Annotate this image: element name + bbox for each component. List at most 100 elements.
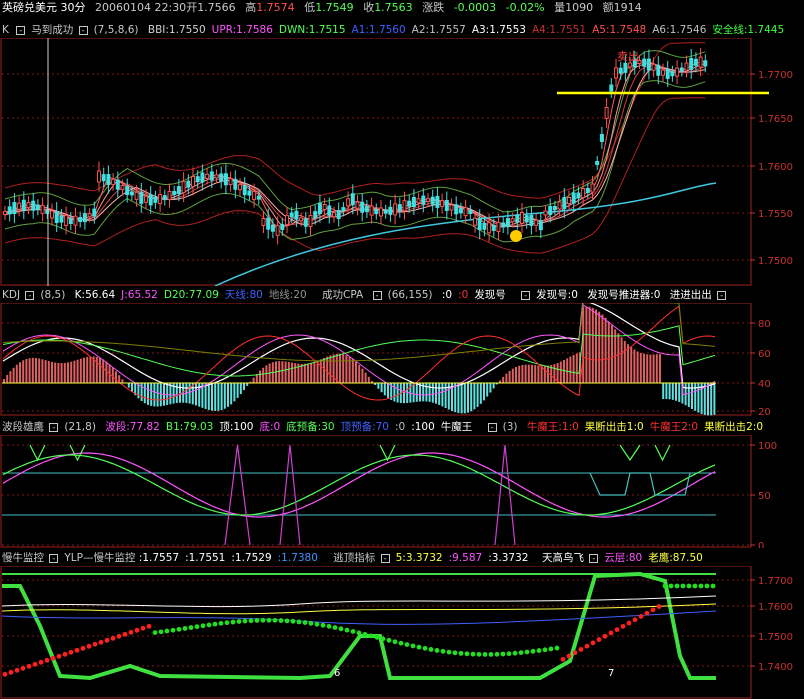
kdj-bar [540,365,543,383]
candle [87,213,92,218]
candle [223,173,228,186]
wave-axis-tick: 0 [758,541,764,548]
main-value-5: A3:1.7553 [471,24,526,36]
kdj-chart[interactable]: 80 60 40 20 [0,303,804,416]
kdj-bar [489,383,492,393]
bull-dot [398,640,404,646]
kdj-bar [655,354,658,383]
bull-dot [710,583,716,589]
bull-dot [386,637,392,643]
bull-name[interactable]: 慢牛监控 [2,552,44,564]
marker-7: 7 [608,668,614,679]
kdj-value-0: K:56.64 [74,289,116,301]
bull-dot [308,620,314,626]
kdj-bar [323,357,325,383]
bull-chart[interactable]: 6 7 1.7700 1.7600 1.7500 1.7400 [0,566,804,699]
kdj-bar [25,358,28,383]
collapse-icon[interactable]: - [372,290,382,300]
candle [609,84,614,92]
collapse-icon[interactable]: - [16,25,26,35]
bull-dot [284,618,290,624]
kdj-bar [89,356,92,383]
bull-dot [452,650,458,656]
kdj-bar [265,365,268,383]
bull-sub-name: YLP—慢牛监控 [64,552,136,564]
kdj-bar [115,371,117,383]
candle [106,174,111,186]
candle [148,194,153,206]
kdj-bar [457,383,460,414]
bull-dot [266,617,272,623]
collapse-icon[interactable]: - [78,25,88,35]
candle [186,180,191,188]
bull-dot [668,583,674,589]
collapse-icon[interactable]: - [380,553,390,563]
kdj-bar [63,362,66,383]
high-value: 1.7574 [256,1,295,14]
kdj-bar [710,383,713,416]
kdj-bar [601,314,604,383]
bull-dot [164,628,170,634]
bull-value-2: :1.7529 [231,552,272,564]
kdj-bar [41,359,44,383]
kdj-bar [668,383,671,400]
bull-dot [434,648,440,653]
candle [618,67,623,74]
bull-right-value-1: 老鹰:87.50 [648,552,703,564]
candle [313,211,318,219]
kdj-bar [380,383,383,393]
kdj-bar [236,383,239,398]
collapse-icon[interactable]: - [49,422,59,432]
kdj-bar [438,383,441,405]
main-axis-tick: 1.7700 [758,70,793,81]
kdj-bar [694,383,697,411]
kdj-bar [649,354,652,383]
bull-dot [470,651,476,657]
kdj-axis-tick: 20 [758,407,771,416]
bull-dot [332,625,338,630]
collapse-icon[interactable]: - [49,553,59,563]
kdj-bar [611,325,613,383]
bull-dot [626,620,632,626]
candle [242,185,247,196]
kdj-bar [534,365,537,383]
kdj-bar [294,363,297,383]
price-chart[interactable]: 卖出 1.7700 1.7650 1.7600 1.7550 1.7500 [0,38,804,286]
symbol-title: 英磅兑美元 30分 [2,1,86,14]
wave-name[interactable]: 波段雄鹰 [2,421,44,433]
collapse-icon[interactable]: - [717,290,727,300]
kdj-bar [102,359,105,383]
bull-dot [422,645,428,651]
kdj-bar [259,370,261,383]
collapse-icon[interactable]: - [589,553,599,563]
cpa-name[interactable]: 成功CPA [322,289,363,301]
bull-dot [554,645,560,651]
kdj-bar [310,362,313,383]
kdj-name[interactable]: KDJ [2,289,20,301]
main-indicator-name[interactable]: 马到成功 [31,24,73,36]
bull-dot [254,618,260,623]
escape-name[interactable]: 逃顶指标 [333,552,375,564]
candle [261,218,266,227]
bull-dot [296,619,302,625]
candle [21,199,26,211]
bull-right-bar: 天高鸟飞 - 云层:80 老鹰:87.50 [542,550,715,566]
kdj-bar [150,383,153,406]
bull-dot [458,650,464,656]
candle [646,58,651,71]
candle [252,191,257,201]
candle [35,204,40,210]
bull-dot [140,625,146,631]
wave-chart[interactable]: 100 50 0 [0,435,804,548]
collapse-icon[interactable]: - [487,422,497,432]
kdj-bar [547,365,549,383]
collapse-icon[interactable]: - [521,290,531,300]
main-toggle[interactable]: K [2,24,9,36]
kdj-bar [675,383,677,401]
collapse-icon[interactable]: - [25,290,35,300]
candle [595,161,600,165]
candle [125,186,130,196]
bull-dot [344,627,350,633]
candle [407,200,412,207]
bull-dot [548,646,554,652]
